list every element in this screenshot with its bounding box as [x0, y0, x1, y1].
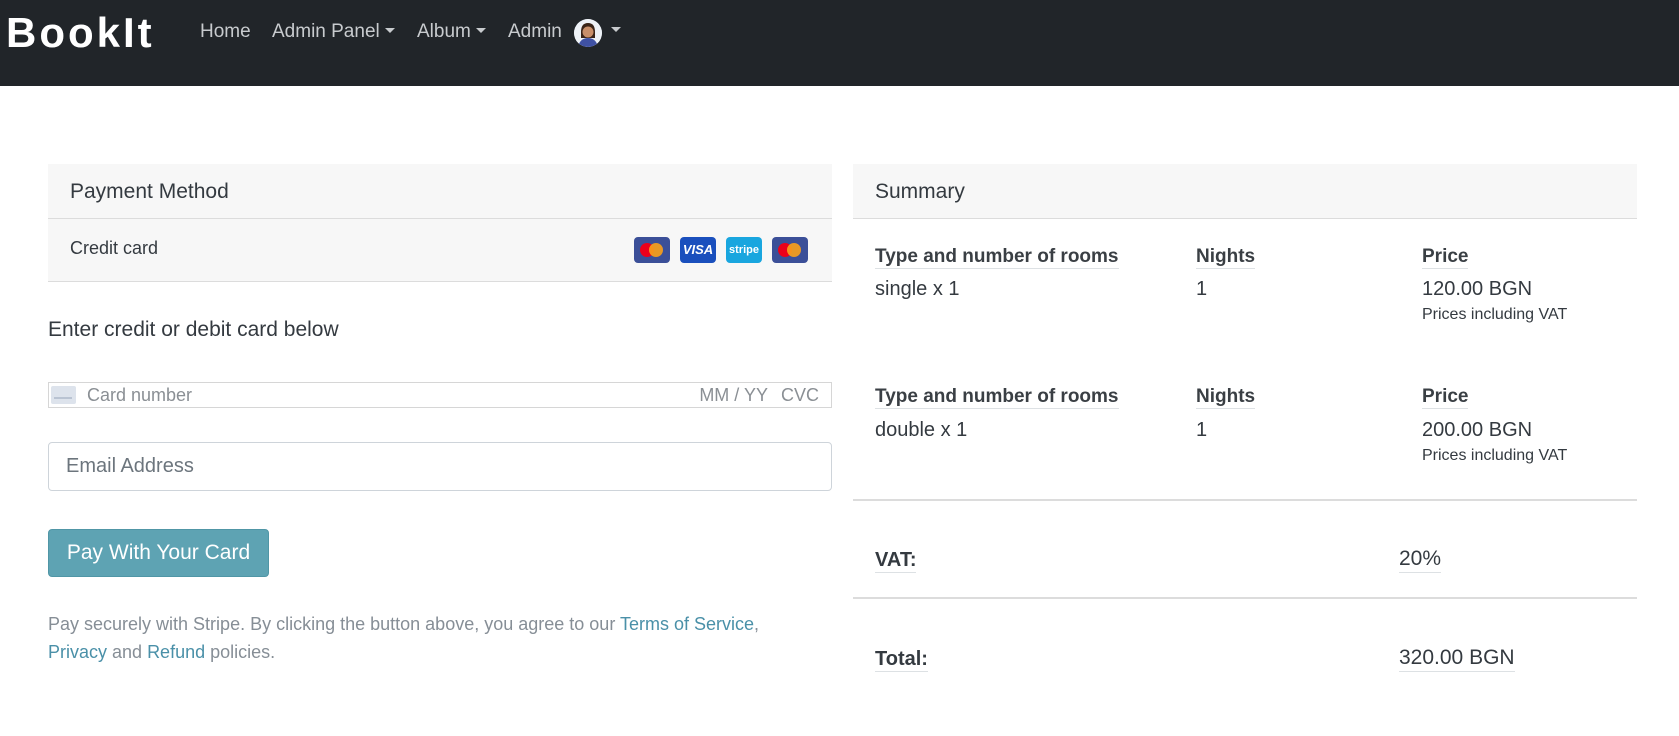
- brand-logo[interactable]: BookIt: [6, 8, 155, 58]
- summary-title: Summary: [875, 180, 965, 203]
- room-type-value: double x 1: [875, 419, 968, 441]
- stripe-icon: stripe: [726, 237, 762, 263]
- user-avatar-icon: [574, 19, 602, 47]
- nav-admin-panel-label: Admin Panel: [272, 21, 380, 42]
- nav-admin-panel-dropdown[interactable]: Admin Panel: [272, 19, 395, 45]
- legal-suffix: policies.: [205, 642, 276, 662]
- refund-link[interactable]: Refund: [147, 642, 205, 662]
- visa-icon: VISA: [680, 237, 716, 263]
- navbar: BookIt Home Admin Panel Album Admin: [0, 0, 1679, 86]
- stripe-card-element[interactable]: Card number MM / YY CVC: [48, 382, 832, 408]
- credit-card-label: Credit card: [70, 238, 159, 258]
- total-label: Total:: [875, 648, 928, 672]
- avatar[interactable]: [574, 19, 602, 47]
- legal-comma: ,: [754, 614, 760, 634]
- payment-method-title: Payment Method: [70, 180, 229, 203]
- vat-label: VAT:: [875, 549, 917, 573]
- col-head-price: Price: [1422, 246, 1469, 269]
- vat-note: Prices including VAT: [1422, 306, 1568, 323]
- enter-card-label: Enter credit or debit card below: [48, 318, 339, 341]
- nav-admin-link[interactable]: Admin: [508, 19, 562, 45]
- col-head-nights: Nights: [1196, 386, 1256, 409]
- terms-of-service-link[interactable]: Terms of Service: [620, 614, 754, 634]
- vat-note: Prices including VAT: [1422, 447, 1568, 464]
- summary-header: Summary: [853, 164, 1637, 219]
- payment-method-header: Payment Method: [48, 164, 832, 219]
- card-number-field[interactable]: Card number: [87, 385, 192, 406]
- card-cvc-field[interactable]: CVC: [781, 385, 819, 406]
- col-head-nights: Nights: [1196, 246, 1256, 269]
- price-value: 200.00 BGN: [1422, 419, 1533, 441]
- room-type-value: single x 1: [875, 278, 960, 300]
- col-head-room-type: Type and number of rooms: [875, 246, 1119, 269]
- nav-album-label: Album: [417, 21, 471, 42]
- nav-album-dropdown[interactable]: Album: [417, 19, 486, 45]
- price-value: 120.00 BGN: [1422, 278, 1533, 300]
- vat-value: 20%: [1399, 546, 1442, 573]
- avatar-caret-down-icon[interactable]: [611, 27, 621, 32]
- legal-notice: Pay securely with Stripe. By clicking th…: [48, 610, 838, 666]
- caret-down-icon: [475, 27, 486, 33]
- pay-with-card-button[interactable]: Pay With Your Card: [48, 529, 269, 577]
- divider: [853, 499, 1637, 501]
- mastercard-icon: [634, 237, 670, 263]
- email-field[interactable]: [48, 442, 832, 491]
- caret-down-icon: [384, 27, 395, 33]
- nav-home-link[interactable]: Home: [200, 19, 251, 45]
- credit-card-option[interactable]: Credit card VISA stripe: [48, 219, 832, 282]
- credit-card-icon: [51, 386, 76, 404]
- col-head-room-type: Type and number of rooms: [875, 386, 1119, 409]
- nights-value: 1: [1196, 278, 1208, 300]
- col-head-price: Price: [1422, 386, 1469, 409]
- total-value: 320.00 BGN: [1399, 645, 1515, 672]
- card-expiry-field[interactable]: MM / YY: [699, 385, 768, 406]
- legal-text: Pay securely with Stripe. By clicking th…: [48, 614, 620, 634]
- nights-value: 1: [1196, 419, 1208, 441]
- divider: [853, 597, 1637, 599]
- legal-and: and: [107, 642, 148, 662]
- mastercard-icon: [772, 237, 808, 263]
- privacy-link[interactable]: Privacy: [48, 642, 107, 662]
